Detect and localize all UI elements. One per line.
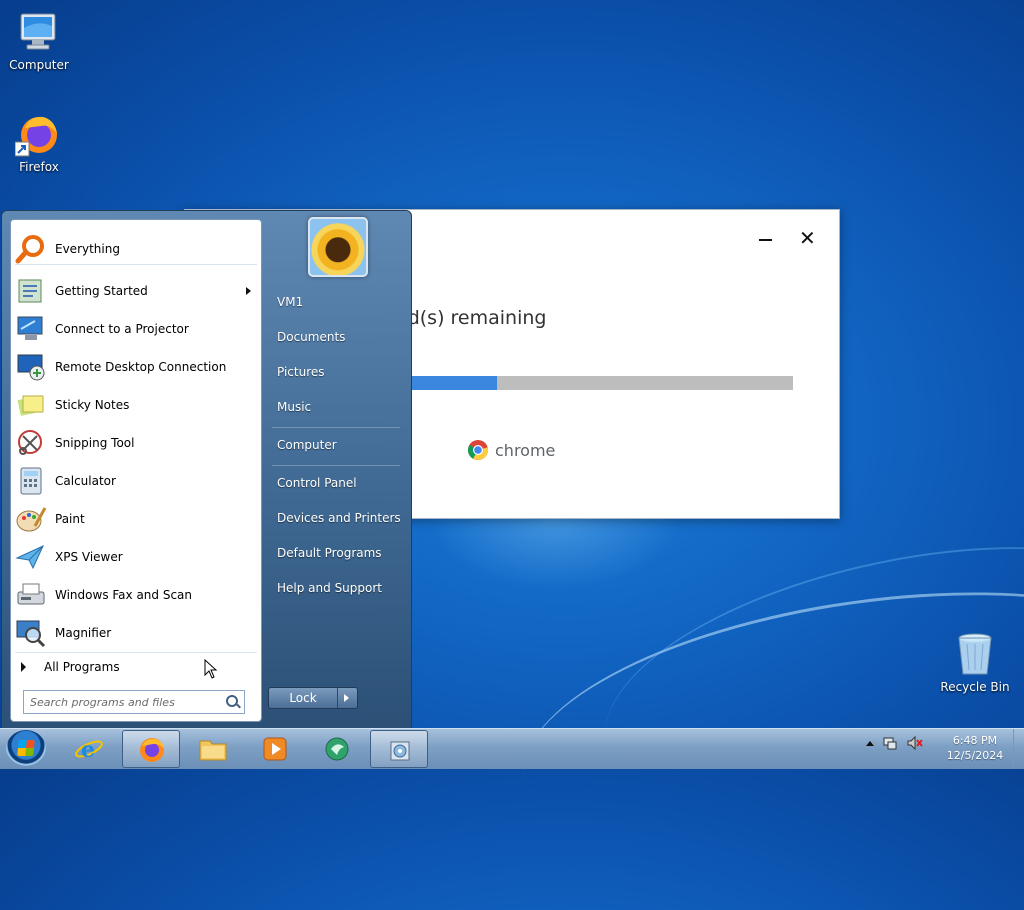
program-item-snipping-tool[interactable]: Snipping Tool <box>13 426 259 460</box>
divider <box>272 465 400 466</box>
network-icon[interactable] <box>882 735 898 751</box>
program-label: Everything <box>55 242 120 256</box>
start-menu-programs-pane: Everything Getting Started Connect to a … <box>10 219 262 722</box>
start-item-documents[interactable]: Documents <box>277 330 345 344</box>
program-item-sticky-notes[interactable]: Sticky Notes <box>13 388 259 422</box>
divider <box>272 427 400 428</box>
program-item-connect-projector[interactable]: Connect to a Projector <box>13 312 259 346</box>
taskbar-file-explorer[interactable] <box>184 730 242 768</box>
user-avatar[interactable] <box>308 217 368 277</box>
mouse-cursor-icon <box>204 659 218 679</box>
program-label: Connect to a Projector <box>55 322 189 336</box>
search-input[interactable] <box>28 691 222 713</box>
program-label: Paint <box>55 512 85 526</box>
program-item-everything[interactable]: Everything <box>13 232 259 266</box>
clock-time: 6:48 PM <box>952 734 998 747</box>
everything-search-icon <box>15 234 47 264</box>
taskbar: e 6:48 PM 12/5/2024 <box>0 728 1024 769</box>
program-item-calculator[interactable]: Calculator <box>13 464 259 498</box>
program-item-paint[interactable]: Paint <box>13 502 259 536</box>
program-item-getting-started[interactable]: Getting Started <box>13 274 259 308</box>
program-label: Sticky Notes <box>55 398 130 412</box>
program-label: Remote Desktop Connection <box>55 360 227 374</box>
start-button[interactable] <box>6 730 46 768</box>
media-player-icon <box>263 737 287 761</box>
program-label: Snipping Tool <box>55 436 135 450</box>
start-menu: Everything Getting Started Connect to a … <box>1 210 412 730</box>
start-item-help-support[interactable]: Help and Support <box>277 581 382 595</box>
taskbar-setup[interactable] <box>370 730 428 768</box>
all-programs-button[interactable]: All Programs <box>21 660 120 674</box>
clock-date: 12/5/2024 <box>946 749 1004 762</box>
system-tray <box>866 735 924 751</box>
power-options-arrow-icon[interactable] <box>337 688 357 708</box>
file-explorer-icon <box>199 740 227 761</box>
show-desktop-button[interactable] <box>1013 729 1024 769</box>
svg-text:e: e <box>81 737 95 763</box>
chrome-logo-icon <box>467 440 489 461</box>
program-label: Calculator <box>55 474 116 488</box>
taskbar-app[interactable] <box>308 730 366 768</box>
recycle-bin-icon <box>951 630 999 678</box>
program-label: Windows Fax and Scan <box>55 588 193 602</box>
firefox-icon <box>140 738 164 762</box>
all-programs-label: All Programs <box>44 660 120 674</box>
submenu-arrow-icon <box>246 287 251 295</box>
taskbar-internet-explorer[interactable]: e <box>60 730 118 768</box>
start-item-pictures[interactable]: Pictures <box>277 365 325 379</box>
close-button[interactable]: ✕ <box>799 228 816 248</box>
start-item-music[interactable]: Music <box>277 400 311 414</box>
program-label: Magnifier <box>55 626 112 640</box>
lock-button-label: Lock <box>289 691 317 705</box>
setup-icon <box>390 741 410 761</box>
desktop-icon-recycle-bin[interactable]: Recycle Bin <box>937 630 1013 694</box>
remote-desktop-icon <box>15 352 47 382</box>
search-box[interactable] <box>23 690 245 714</box>
divider <box>15 264 257 265</box>
start-item-user[interactable]: VM1 <box>277 295 303 309</box>
projector-icon <box>15 314 47 344</box>
paint-icon <box>15 504 47 534</box>
divider <box>15 652 257 653</box>
snipping-tool-icon <box>15 428 47 458</box>
taskbar-media-player[interactable] <box>246 730 304 768</box>
taskbar-firefox[interactable] <box>122 730 180 768</box>
lock-button[interactable]: Lock <box>268 687 358 709</box>
program-label: XPS Viewer <box>55 550 123 564</box>
firefox-icon <box>14 110 63 158</box>
program-label: Getting Started <box>55 284 148 298</box>
desktop-icon-computer[interactable]: Computer <box>1 8 77 72</box>
chrome-brand-text: chrome <box>495 440 556 460</box>
program-item-magnifier[interactable]: Magnifier <box>13 616 259 650</box>
volume-muted-icon[interactable] <box>906 735 924 751</box>
chrome-brand: chrome <box>467 439 555 461</box>
start-item-computer[interactable]: Computer <box>277 438 337 452</box>
magnifier-icon <box>15 618 47 648</box>
program-item-remote-desktop[interactable]: Remote Desktop Connection <box>13 350 259 384</box>
desktop-icon-label: Computer <box>9 58 69 72</box>
start-item-default-programs[interactable]: Default Programs <box>277 546 382 560</box>
start-item-devices-printers[interactable]: Devices and Printers <box>277 511 401 525</box>
desktop-icon-firefox[interactable]: Firefox <box>1 110 77 174</box>
fax-scan-icon <box>15 580 47 610</box>
desktop-icon-label: Recycle Bin <box>940 680 1010 694</box>
expand-arrow-icon <box>21 662 26 672</box>
minimize-button[interactable] <box>758 232 774 248</box>
computer-icon <box>15 8 63 56</box>
program-item-xps-viewer[interactable]: XPS Viewer <box>13 540 259 574</box>
program-item-fax-scan[interactable]: Windows Fax and Scan <box>13 578 259 612</box>
search-icon[interactable] <box>226 695 238 707</box>
getting-started-icon <box>15 276 47 306</box>
internet-explorer-icon: e <box>75 737 103 763</box>
app-icon <box>325 737 349 761</box>
sticky-notes-icon <box>15 390 47 420</box>
clock[interactable]: 6:48 PM 12/5/2024 <box>940 733 1010 763</box>
calculator-icon <box>15 466 47 496</box>
desktop-icon-label: Firefox <box>19 160 59 174</box>
show-hidden-icons-icon[interactable] <box>866 740 874 746</box>
start-item-control-panel[interactable]: Control Panel <box>277 476 357 490</box>
xps-viewer-icon <box>15 542 47 572</box>
